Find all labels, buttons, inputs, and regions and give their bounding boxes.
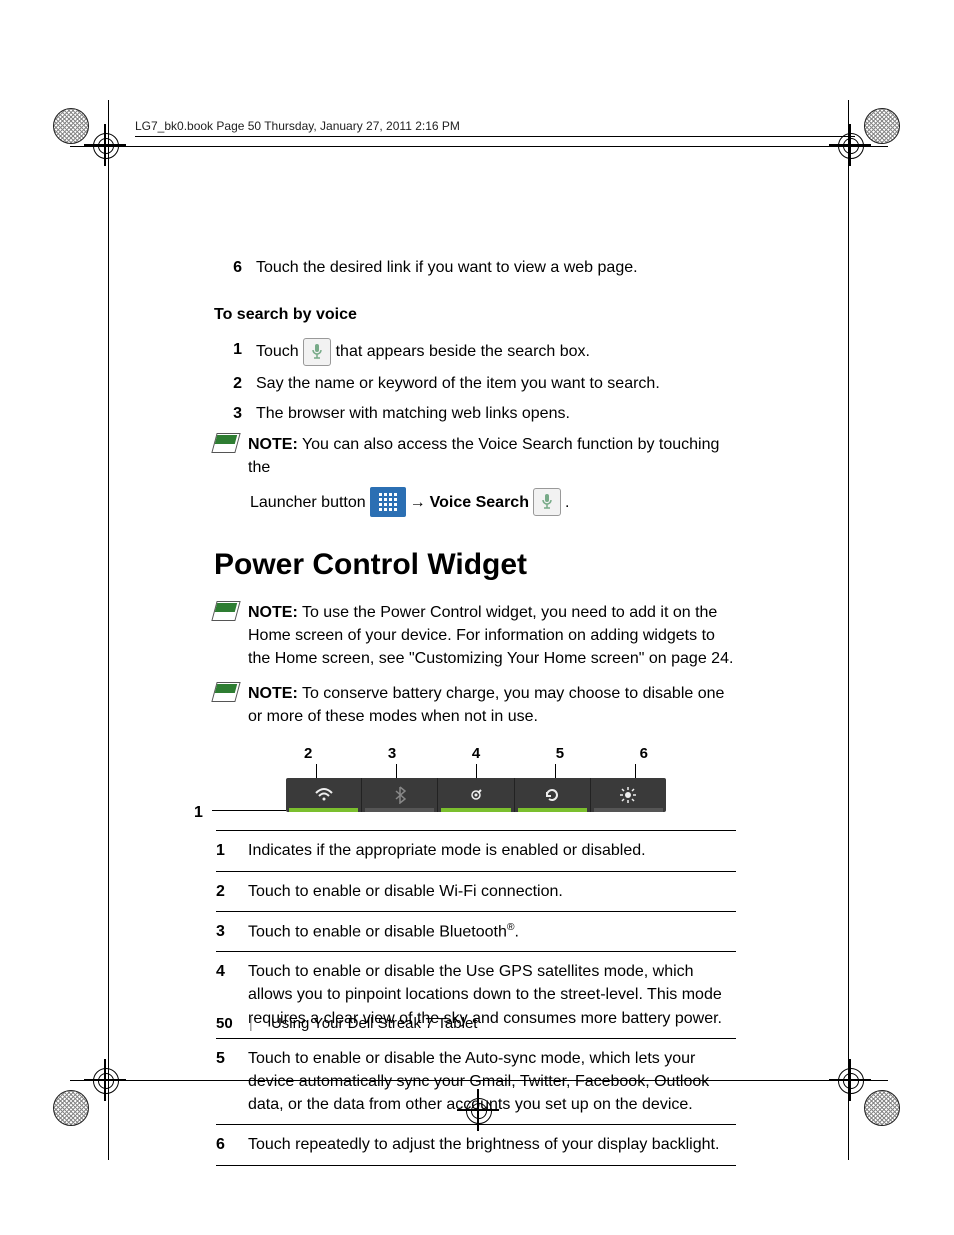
step-item: 2 Say the name or keyword of the item yo… [216, 372, 736, 395]
brightness-toggle-icon [591, 778, 666, 812]
table-row: 2Touch to enable or disable Wi-Fi connec… [216, 871, 736, 911]
sync-toggle-icon [515, 778, 591, 812]
voice-search-label: Voice Search [430, 491, 529, 514]
subheading-voice-search: To search by voice [214, 303, 736, 326]
crop-line [848, 100, 849, 1160]
step-text: Touch that appears beside the search box… [256, 338, 736, 366]
table-row: 3Touch to enable or disable Bluetooth®. [216, 911, 736, 952]
table-value: Touch to enable or disable the Auto-sync… [248, 1038, 736, 1125]
note-text: NOTE: To conserve battery charge, you ma… [248, 682, 736, 728]
step-number: 1 [216, 338, 242, 366]
callout-number: 5 [556, 743, 564, 765]
table-key: 5 [216, 1038, 248, 1125]
section-heading: Power Control Widget [214, 543, 736, 587]
table-key: 2 [216, 871, 248, 911]
callout-number: 1 [194, 801, 203, 824]
running-head: LG7_bk0.book Page 50 Thursday, January 2… [135, 119, 855, 137]
callout-number: 4 [472, 743, 480, 765]
note-text: NOTE: You can also access the Voice Sear… [248, 433, 736, 479]
table-row: 6Touch repeatedly to adjust the brightne… [216, 1125, 736, 1165]
text-fragment: You can also access the Voice Search fun… [248, 436, 719, 476]
ornament-icon [53, 108, 89, 144]
table-key: 6 [216, 1125, 248, 1165]
launcher-icon [370, 487, 406, 517]
step-text: The browser with matching web links open… [256, 402, 736, 425]
note-label: NOTE: [248, 685, 298, 702]
callout-number: 2 [304, 743, 312, 765]
ornament-icon [864, 1090, 900, 1126]
table-value: Indicates if the appropriate mode is ena… [248, 831, 736, 871]
table-value: Touch repeatedly to adjust the brightnes… [248, 1125, 736, 1165]
step-number: 3 [216, 402, 242, 425]
note-block: NOTE: You can also access the Voice Sear… [214, 433, 736, 479]
gps-toggle-icon [438, 778, 514, 812]
microphone-icon [533, 488, 561, 516]
power-control-figure: 2 3 4 5 6 1 [286, 743, 666, 813]
note-icon [214, 682, 238, 702]
registered-trademark-icon: ® [507, 922, 515, 933]
note-text: NOTE: To use the Power Control widget, y… [248, 601, 736, 671]
ornament-icon [53, 1090, 89, 1126]
note-label: NOTE: [248, 436, 298, 453]
registration-mark-icon [90, 130, 120, 160]
step-item: 6 Touch the desired link if you want to … [216, 256, 736, 279]
callout-leader-line [212, 810, 286, 811]
callout-number: 3 [388, 743, 396, 765]
wifi-toggle-icon [286, 778, 362, 812]
arrow-icon: → [410, 491, 426, 514]
power-control-widget [286, 778, 666, 812]
table-key: 3 [216, 911, 248, 952]
crop-line [70, 146, 888, 147]
page-number: 50 [216, 1015, 233, 1032]
note-icon [214, 601, 238, 621]
footer-divider: | [249, 1015, 253, 1032]
step-number: 6 [216, 256, 242, 279]
page-footer: 50 | Using Your Dell Streak 7 Tablet [216, 1015, 477, 1032]
text-fragment: Touch [256, 344, 303, 361]
step-text: Touch the desired link if you want to vi… [256, 256, 736, 279]
note-continuation: Launcher button → Voice Search . [250, 487, 736, 517]
text-fragment: . [515, 923, 519, 940]
step-item: 3 The browser with matching web links op… [216, 402, 736, 425]
step-item: 1 Touch that appears beside the search b… [216, 338, 736, 366]
step-text: Say the name or keyword of the item you … [256, 372, 736, 395]
text-fragment: Touch to enable or disable Bluetooth [248, 923, 507, 940]
page: LG7_bk0.book Page 50 Thursday, January 2… [0, 0, 954, 1235]
callout-number: 6 [640, 743, 648, 765]
note-label: NOTE: [248, 604, 298, 621]
running-head-text: LG7_bk0.book Page 50 Thursday, January 2… [135, 119, 460, 133]
callout-table: 1Indicates if the appropriate mode is en… [216, 830, 736, 1165]
table-value: Touch to enable or disable Bluetooth®. [248, 911, 736, 952]
text-fragment: . [565, 491, 569, 514]
callout-row: 2 3 4 5 6 [286, 743, 666, 765]
table-row: 1Indicates if the appropriate mode is en… [216, 831, 736, 871]
ornament-icon [864, 108, 900, 144]
text-fragment: To conserve battery charge, you may choo… [248, 685, 724, 725]
microphone-icon [303, 338, 331, 366]
table-value: Touch to enable or disable Wi-Fi connect… [248, 871, 736, 911]
note-block: NOTE: To use the Power Control widget, y… [214, 601, 736, 671]
note-icon [214, 433, 238, 453]
text-fragment: that appears beside the search box. [336, 344, 590, 361]
step-number: 2 [216, 372, 242, 395]
chapter-title: Using Your Dell Streak 7 Tablet [271, 1015, 478, 1032]
bluetooth-toggle-icon [362, 778, 438, 812]
text-fragment: Launcher button [250, 491, 366, 514]
table-key: 1 [216, 831, 248, 871]
callout-ticks [286, 764, 666, 778]
text-fragment: To use the Power Control widget, you nee… [248, 604, 733, 667]
note-block: NOTE: To conserve battery charge, you ma… [214, 682, 736, 728]
table-row: 5Touch to enable or disable the Auto-syn… [216, 1038, 736, 1125]
crop-line [108, 100, 109, 1160]
